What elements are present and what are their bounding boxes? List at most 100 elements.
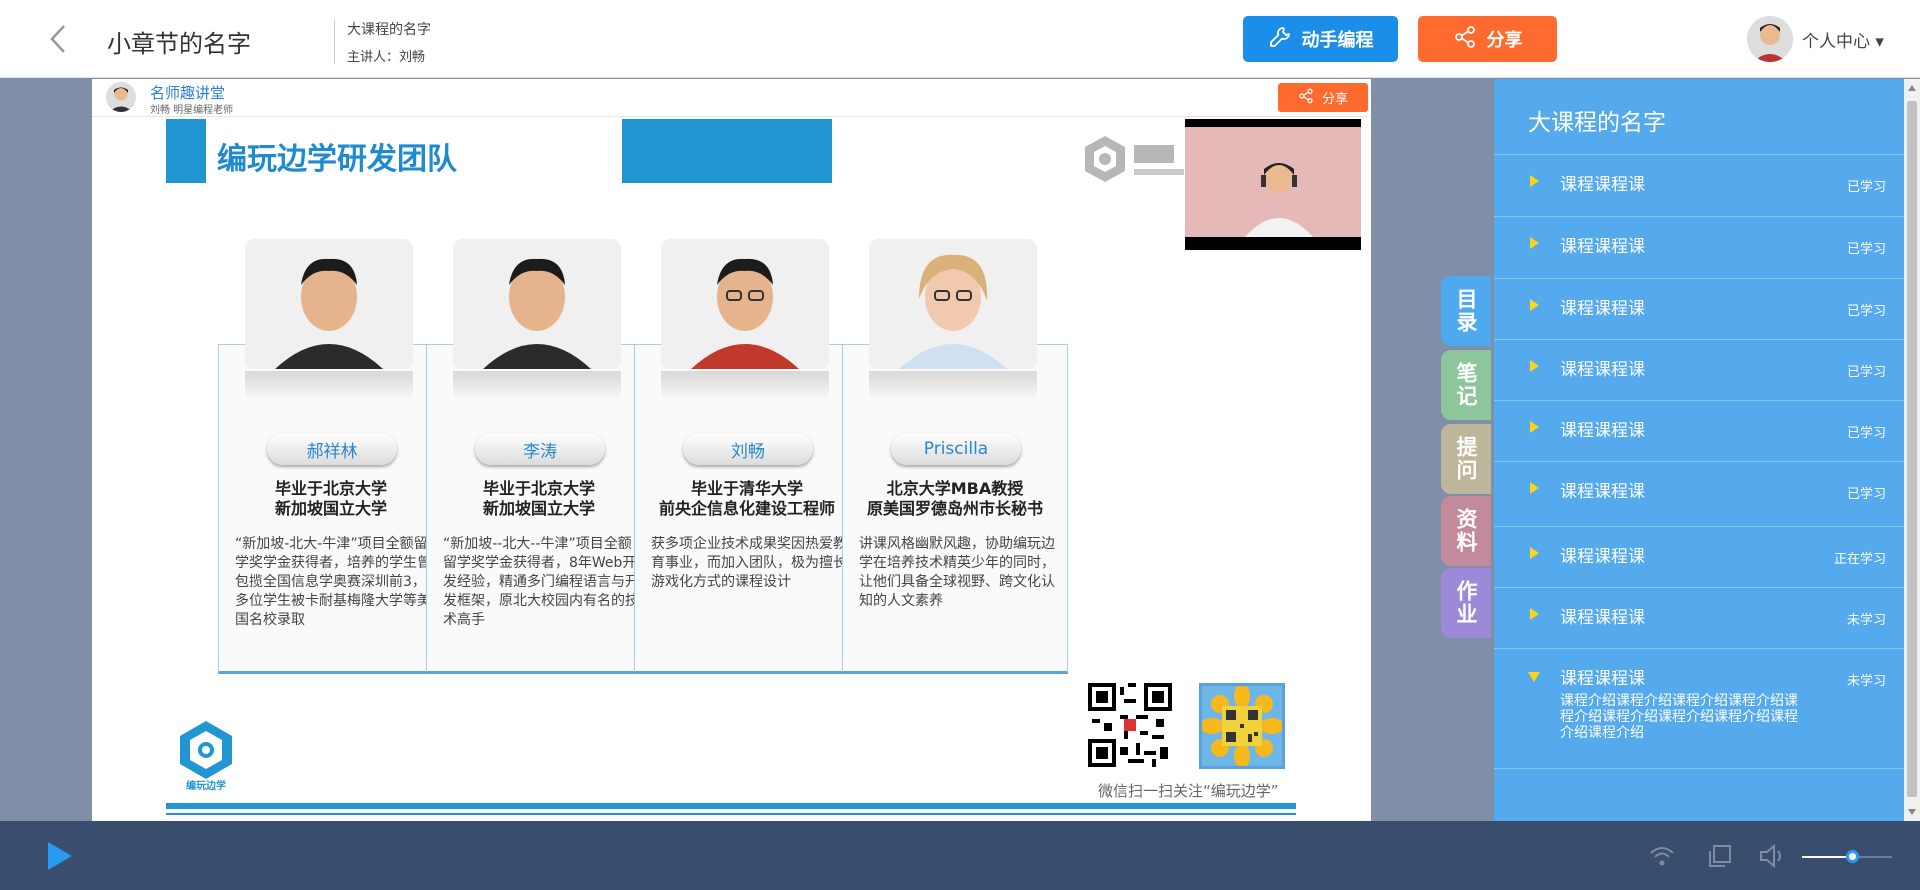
photo-reflection: [661, 371, 829, 401]
share-button[interactable]: 分享: [1418, 16, 1557, 62]
catalog-item[interactable]: 课程课程课 已学习: [1494, 461, 1904, 526]
course-catalog-panel: 大课程的名字 课程课程课 已学习 课程课程课 已学习 课程课程课 已学习 课程课程课 已学习课…: [1494, 79, 1920, 821]
wechat-qr-code: [1088, 683, 1172, 767]
catalog-item-status: 已学习: [1846, 242, 1886, 257]
teacher-avatar: [106, 82, 136, 112]
slide-viewer: 名师趣讲堂 刘畅 明星编程老师 分享 编玩边学研发团队 郝祥林毕业于北京大学 新…: [92, 79, 1371, 821]
photo-reflection: [869, 371, 1037, 401]
triangle-right-icon: [1530, 175, 1539, 187]
team-title: 编玩边学研发团队: [217, 142, 457, 177]
member-description: “新加坡--北大--牛津”项目全额留学奖学金获得者，8年Web开发经验，精通多门…: [443, 536, 639, 628]
footer-rule: [166, 813, 1296, 815]
member-name: 李涛: [475, 433, 605, 465]
photo-reflection: [453, 371, 621, 401]
catalog-item-label: 课程课程课: [1560, 299, 1645, 319]
catalog-item[interactable]: 课程课程课 已学习: [1494, 154, 1904, 216]
catalog-item-status: 已学习: [1846, 304, 1886, 319]
member-description: 讲课风格幽默风趣，协助编玩边学在培养技术精英少年的同时，让他们具备全球视野、跨文…: [859, 536, 1055, 609]
catalog-item-status: 已学习: [1846, 487, 1886, 502]
volume-slider-handle[interactable]: [1845, 850, 1859, 863]
sunflower-qr-code: [1199, 683, 1285, 769]
play-icon[interactable]: [48, 842, 72, 870]
scroll-thumb[interactable]: [1907, 101, 1917, 797]
slide-share-button[interactable]: 分享: [1278, 83, 1368, 112]
catalog-item[interactable]: 课程课程课 未学习 课程介绍课程介绍课程介绍课程介绍课程介绍课程介绍课程介绍课程介绍…: [1494, 648, 1904, 768]
title-accent-block: [166, 119, 206, 183]
slide-share-label: 分享: [1321, 92, 1348, 107]
divider: [334, 20, 335, 64]
page-title: 小章节的名字: [107, 30, 251, 58]
catalog-item-status: 已学习: [1846, 426, 1886, 441]
catalog-divider: [1494, 768, 1904, 769]
member-education: 毕业于北京大学 新加坡国立大学: [482, 479, 595, 518]
member-photo: [453, 239, 621, 369]
scroll-up-icon[interactable]: [1908, 85, 1916, 91]
title-accent-block: [622, 119, 832, 183]
program-title: 名师趣讲堂: [150, 84, 226, 102]
volume-icon[interactable]: [1758, 843, 1786, 869]
catalog-item-status: 未学习: [1846, 674, 1886, 689]
member-education: 毕业于清华大学 前央企信息化建设工程师: [658, 479, 835, 518]
triangle-right-icon: [1530, 547, 1539, 559]
wrench-icon: [1268, 25, 1292, 54]
catalog-item-label: 课程课程课: [1560, 669, 1645, 689]
side-tab[interactable]: 提问: [1441, 424, 1491, 494]
avatar[interactable]: [1747, 16, 1793, 62]
catalog-item[interactable]: 课程课程课 正在学习: [1494, 526, 1904, 587]
catalog-item[interactable]: 课程课程课 已学习: [1494, 216, 1904, 278]
sidebar-scrollbar[interactable]: [1904, 79, 1920, 821]
user-center-menu[interactable]: 个人中心 ▾: [1802, 27, 1884, 52]
side-tab[interactable]: 资料: [1441, 496, 1491, 566]
side-tab[interactable]: 作业: [1441, 568, 1491, 638]
share-icon: [1298, 88, 1314, 108]
side-tab[interactable]: 目录: [1441, 276, 1491, 346]
side-tab[interactable]: 笔记: [1441, 350, 1491, 420]
left-margin: [0, 79, 92, 821]
back-icon[interactable]: [44, 22, 74, 56]
teacher-info: 刘畅 明星编程老师: [150, 105, 234, 116]
member-name: 郝祥林: [267, 433, 397, 465]
player-controls: [0, 821, 1920, 890]
photo-reflection: [245, 371, 413, 401]
catalog-item-status: 已学习: [1846, 365, 1886, 380]
catalog-item[interactable]: 课程课程课 未学习: [1494, 587, 1904, 648]
catalog-item-label: 课程课程课: [1560, 421, 1645, 441]
triangle-down-icon: [1528, 672, 1540, 682]
catalog-item[interactable]: 课程课程课 已学习: [1494, 400, 1904, 461]
catalog-item-label: 课程课程课: [1560, 608, 1645, 628]
member-education: 毕业于北京大学 新加坡国立大学: [274, 479, 387, 518]
share-label: 分享: [1486, 30, 1523, 51]
member-name: Priscilla: [891, 433, 1021, 465]
course-name: 大课程的名字: [347, 22, 431, 38]
teacher-video[interactable]: [1185, 119, 1361, 250]
triangle-right-icon: [1530, 421, 1539, 433]
catalog-item-label: 课程课程课: [1560, 175, 1645, 195]
triangle-right-icon: [1530, 608, 1539, 620]
slide-header: 名师趣讲堂 刘畅 明星编程老师 分享: [92, 79, 1371, 117]
brand-logo: 编玩边学: [176, 719, 236, 792]
scroll-down-icon[interactable]: [1908, 809, 1916, 815]
catalog-item-label: 课程课程课: [1560, 360, 1645, 380]
catalog-item-label: 课程课程课: [1560, 482, 1645, 502]
catalog-item[interactable]: 课程课程课 已学习: [1494, 278, 1904, 339]
brand-logo-text: 编玩边学: [186, 781, 226, 792]
member-education: 北京大学MBA教授 原美国罗德岛州市长秘书: [866, 479, 1043, 518]
catalog-item[interactable]: 课程课程课 已学习: [1494, 339, 1904, 400]
member-name: 刘畅: [683, 433, 813, 465]
catalog-item-status: 已学习: [1846, 180, 1886, 195]
member-photo: [661, 239, 829, 369]
volume-fill: [1802, 856, 1852, 858]
qr-caption: 微信扫一扫关注“编玩边学”: [1098, 782, 1279, 800]
fullscreen-icon[interactable]: [1706, 843, 1734, 869]
hands-on-coding-button[interactable]: 动手编程: [1243, 16, 1398, 62]
catalog-item-label: 课程课程课: [1560, 547, 1645, 567]
brand-logo-watermark: [1080, 131, 1192, 191]
video-frame: [1185, 127, 1361, 237]
footer-rule: [166, 803, 1296, 809]
signal-icon[interactable]: [1648, 843, 1676, 869]
member-description: 获多项企业技术成果奖因热爱教育事业，而加入团队，极为擅长游戏化方式的课程设计: [651, 536, 847, 590]
triangle-right-icon: [1530, 360, 1539, 372]
top-bar: 小章节的名字 大课程的名字 主讲人：刘畅 动手编程 分享 个人中心 ▾: [0, 0, 1920, 78]
member-description: “新加坡-北大-牛津”项目全额留学奖学金获得者，培养的学生曾包揽全国信息学奥赛深…: [235, 536, 431, 628]
member-photo: [869, 239, 1037, 369]
